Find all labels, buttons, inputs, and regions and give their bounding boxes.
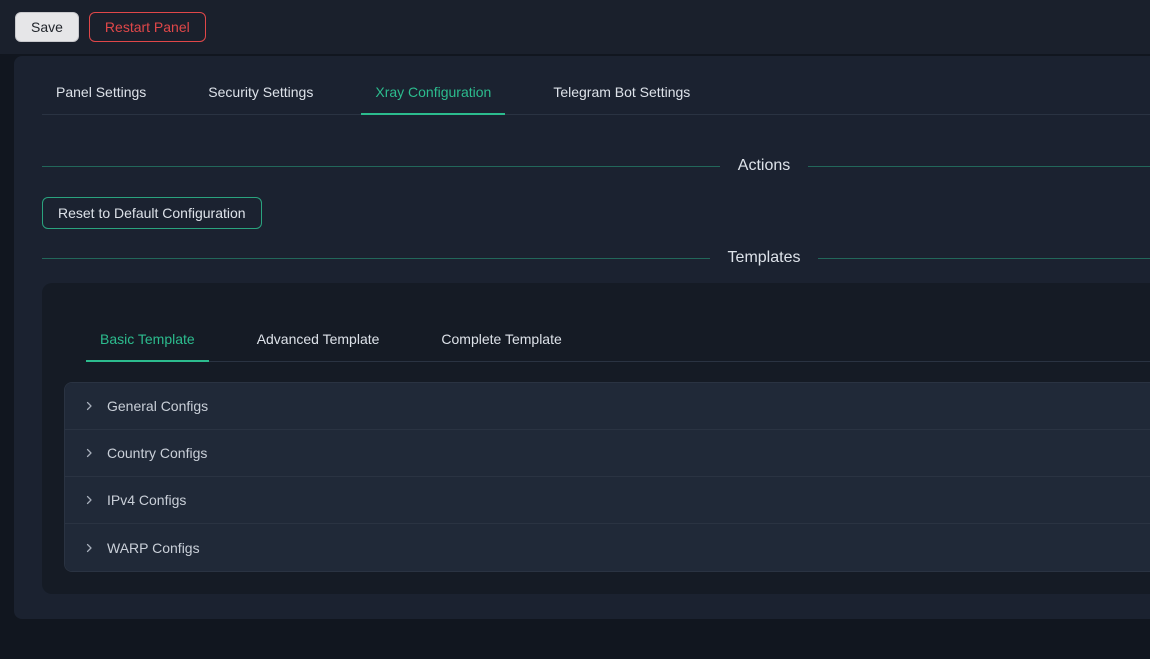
accordion-ipv4-configs[interactable]: IPv4 Configs — [65, 477, 1150, 524]
actions-divider: Actions — [42, 157, 1150, 175]
chevron-right-icon — [83, 400, 95, 412]
reset-default-configuration-button[interactable]: Reset to Default Configuration — [42, 197, 262, 229]
accordion-general-configs[interactable]: General Configs — [65, 383, 1150, 430]
tab-basic-template[interactable]: Basic Template — [86, 331, 209, 362]
template-config-accordion: General Configs Country Configs IPv4 Con… — [64, 382, 1150, 572]
accordion-country-configs[interactable]: Country Configs — [65, 430, 1150, 477]
tab-xray-configuration[interactable]: Xray Configuration — [361, 84, 505, 115]
save-button[interactable]: Save — [15, 12, 79, 42]
templates-card: Basic Template Advanced Template Complet… — [42, 283, 1150, 594]
templates-divider-label: Templates — [728, 249, 801, 267]
actions-section: Reset to Default Configuration — [42, 197, 1150, 229]
tab-telegram-bot-settings[interactable]: Telegram Bot Settings — [539, 84, 704, 114]
chevron-right-icon — [83, 494, 95, 506]
accordion-label: IPv4 Configs — [107, 492, 186, 508]
accordion-label: General Configs — [107, 398, 208, 414]
templates-divider: Templates — [42, 249, 1150, 267]
accordion-label: WARP Configs — [107, 540, 200, 556]
accordion-label: Country Configs — [107, 445, 207, 461]
template-tab-bar: Basic Template Advanced Template Complet… — [86, 331, 1150, 362]
restart-panel-button[interactable]: Restart Panel — [89, 12, 206, 42]
accordion-warp-configs[interactable]: WARP Configs — [65, 524, 1150, 571]
tab-panel-settings[interactable]: Panel Settings — [42, 84, 160, 114]
tab-complete-template[interactable]: Complete Template — [427, 331, 575, 361]
settings-tab-bar: Panel Settings Security Settings Xray Co… — [42, 84, 1150, 115]
chevron-right-icon — [83, 447, 95, 459]
tab-security-settings[interactable]: Security Settings — [194, 84, 327, 114]
actions-divider-label: Actions — [738, 157, 790, 175]
chevron-right-icon — [83, 542, 95, 554]
settings-card: Panel Settings Security Settings Xray Co… — [14, 56, 1150, 619]
tab-advanced-template[interactable]: Advanced Template — [243, 331, 394, 361]
top-toolbar: Save Restart Panel — [0, 0, 1150, 54]
